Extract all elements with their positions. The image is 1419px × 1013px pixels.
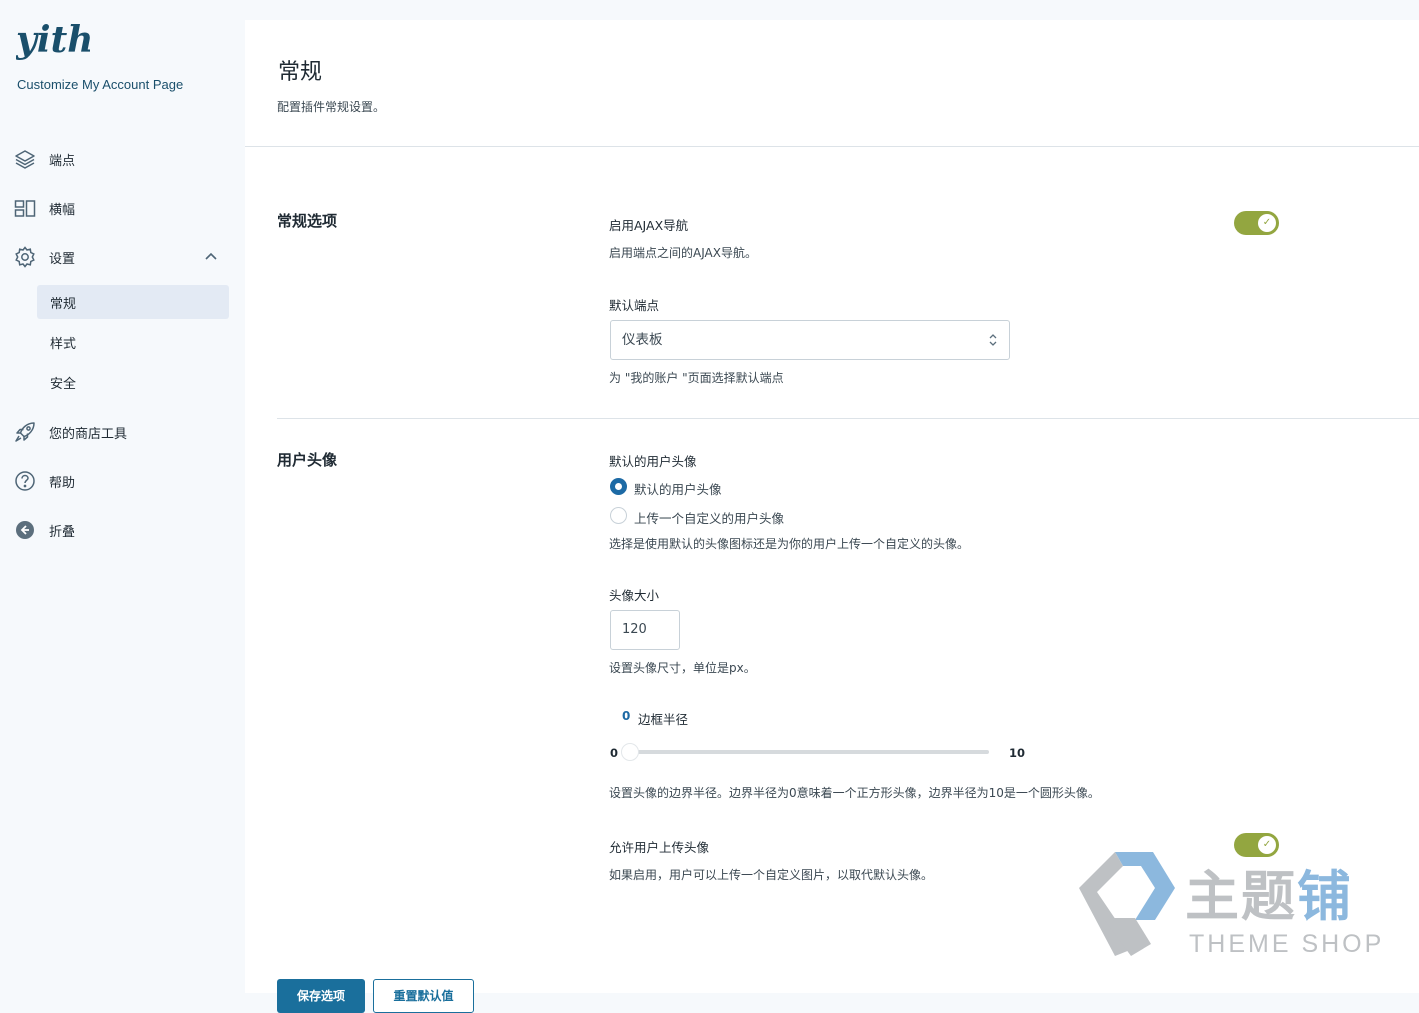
watermark-logo-icon <box>1079 852 1175 956</box>
slider-handle[interactable] <box>621 743 639 761</box>
radio-custom-avatar[interactable] <box>610 507 627 524</box>
page-title: 常规 <box>278 60 323 85</box>
ajax-nav-hint: 启用端点之间的AJAX导航。 <box>609 246 757 260</box>
section-title-avatar: 用户头像 <box>277 451 338 469</box>
divider <box>277 418 1419 419</box>
border-radius-hint: 设置头像的边界半径。边界半径为0意味着一个正方形头像，边界半径为10是一个圆形头… <box>609 786 1100 800</box>
rocket-icon <box>14 421 36 443</box>
sidebar-item-label: 设置 <box>49 251 76 267</box>
border-radius-label: 边框半径 <box>638 712 689 727</box>
subitem-label: 常规 <box>50 296 77 312</box>
avatar-size-label: 头像大小 <box>609 588 660 603</box>
help-icon <box>14 470 36 492</box>
input-value: 120 <box>622 622 647 637</box>
reset-defaults-button[interactable]: 重置默认值 <box>373 979 474 1013</box>
yith-logo[interactable]: yith <box>16 16 90 66</box>
divider <box>245 146 1419 147</box>
layout-icon <box>14 197 36 219</box>
radio-default-avatar[interactable] <box>610 478 627 495</box>
layers-icon <box>14 148 36 170</box>
subitem-label: 样式 <box>50 336 77 352</box>
avatar-size-hint: 设置头像尺寸，单位是px。 <box>609 661 756 675</box>
select-arrows-icon <box>989 334 997 346</box>
avatar-size-input[interactable]: 120 <box>610 610 680 650</box>
gear-icon <box>14 246 36 268</box>
sidebar-item-store-tools[interactable]: 您的商店工具 <box>14 417 232 447</box>
watermark-title: 主题铺 <box>1185 865 1353 928</box>
radio-label: 默认的用户头像 <box>634 482 722 497</box>
sidebar-item-label: 您的商店工具 <box>49 426 128 442</box>
svg-text:yith: yith <box>16 19 90 61</box>
default-endpoint-label: 默认端点 <box>609 298 660 313</box>
ajax-nav-label: 启用AJAX导航 <box>609 218 689 233</box>
sidebar-item-settings[interactable]: 设置 <box>14 242 232 272</box>
sidebar-item-banners[interactable]: 横幅 <box>14 193 232 223</box>
allow-upload-label: 允许用户上传头像 <box>609 840 710 855</box>
default-avatar-hint: 选择是使用默认的头像图标还是为你的用户上传一个自定义的头像。 <box>609 537 970 551</box>
border-radius-slider[interactable] <box>630 750 989 754</box>
sidebar-item-label: 折叠 <box>49 524 76 540</box>
select-value: 仪表板 <box>622 332 663 348</box>
subitem-label: 安全 <box>50 376 77 392</box>
page-description: 配置插件常规设置。 <box>277 100 386 114</box>
watermark-subtitle: THEME SHOP <box>1189 930 1385 958</box>
sidebar: yith Customize My Account Page 端点 横幅 设置 … <box>0 0 244 993</box>
sidebar-item-label: 端点 <box>49 153 76 169</box>
plugin-name: Customize My Account Page <box>17 77 184 92</box>
section-title-general: 常规选项 <box>277 212 338 230</box>
chevron-up-icon[interactable] <box>204 249 218 263</box>
collapse-icon <box>14 519 36 541</box>
sidebar-subitem-general[interactable]: 常规 <box>37 285 229 319</box>
ajax-nav-toggle[interactable]: ✓ <box>1234 211 1279 235</box>
default-endpoint-hint: 为 "我的账户 "页面选择默认端点 <box>609 371 784 385</box>
sidebar-item-endpoints[interactable]: 端点 <box>14 144 232 174</box>
slider-max: 10 <box>1009 746 1026 760</box>
sidebar-item-help[interactable]: 帮助 <box>14 466 232 496</box>
save-button[interactable]: 保存选项 <box>277 979 365 1013</box>
slider-min: 0 <box>610 746 619 760</box>
slider-value: 0 <box>622 709 631 723</box>
allow-upload-hint: 如果启用，用户可以上传一个自定义图片，以取代默认头像。 <box>609 868 934 882</box>
sidebar-subitem-style[interactable]: 样式 <box>37 325 229 359</box>
sidebar-subitem-security[interactable]: 安全 <box>37 365 229 399</box>
check-icon: ✓ <box>1258 214 1276 232</box>
watermark: 主题铺 THEME SHOP <box>1075 848 1395 968</box>
default-endpoint-select[interactable]: 仪表板 <box>610 320 1010 360</box>
sidebar-item-label: 帮助 <box>49 475 76 491</box>
default-avatar-label: 默认的用户头像 <box>609 454 697 469</box>
sidebar-item-label: 横幅 <box>49 202 76 218</box>
sidebar-item-collapse[interactable]: 折叠 <box>14 515 232 545</box>
radio-label: 上传一个自定义的用户头像 <box>634 511 785 526</box>
